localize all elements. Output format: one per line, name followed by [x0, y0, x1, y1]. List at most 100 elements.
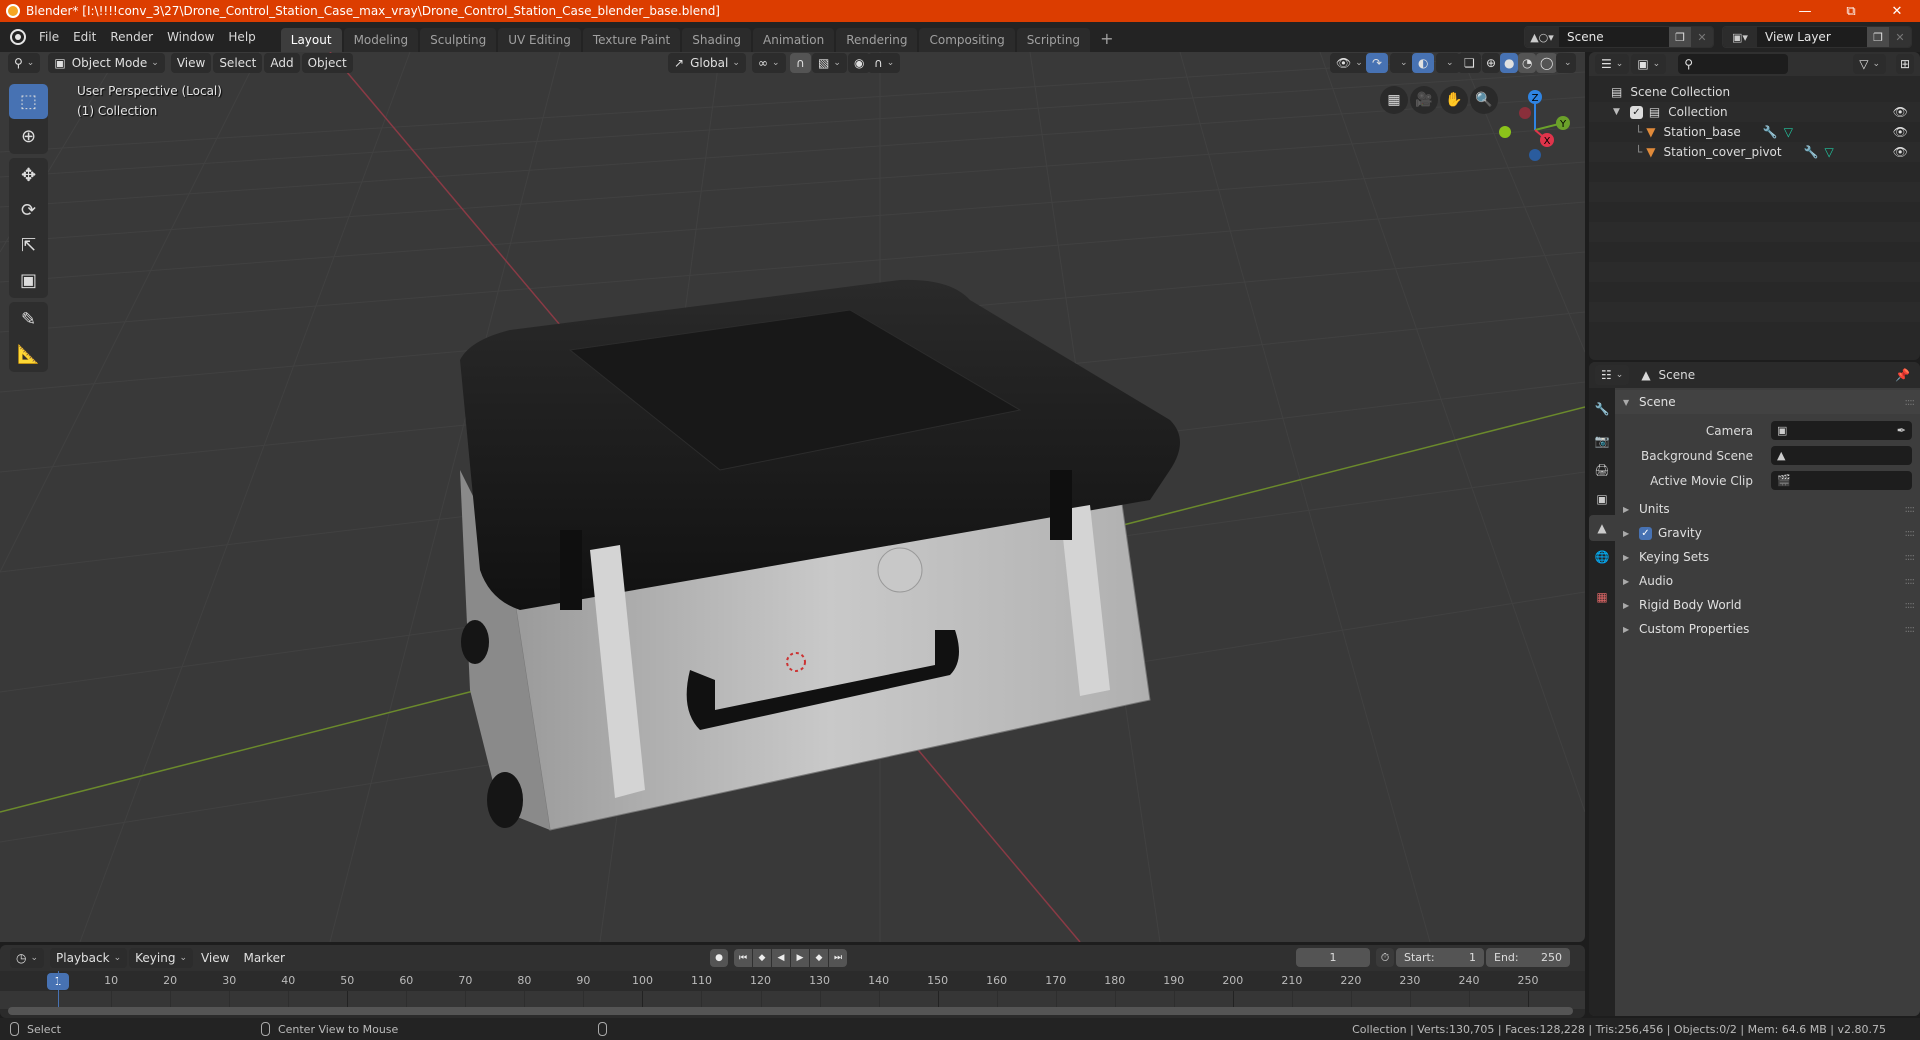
measure-tool[interactable]: 📐 — [9, 337, 48, 372]
shading-dropdown[interactable]: ⌄ — [1556, 53, 1576, 73]
drag-grip-icon[interactable]: :::: — [1905, 600, 1916, 611]
filter-dropdown[interactable]: ▽ ⌄ — [1853, 54, 1886, 74]
snap-toggle[interactable]: ∩ — [790, 53, 811, 73]
case-model[interactable] — [430, 270, 1190, 850]
jump-end-button[interactable]: ⏭ — [829, 949, 847, 967]
drag-grip-icon[interactable]: :::: — [1905, 624, 1916, 635]
tab-texture-paint[interactable]: Texture Paint — [582, 28, 681, 52]
tab-world[interactable]: 🌐 — [1589, 544, 1615, 570]
scene-selector[interactable]: ▲○▾ Scene ❐ ✕ — [1524, 26, 1714, 48]
editor-type-button[interactable]: ⚲ ⌄ — [8, 53, 41, 73]
drag-grip-icon[interactable]: :::: — [1905, 528, 1916, 539]
pivot-point-dropdown[interactable]: ∞ ⌄ — [752, 53, 786, 73]
snap-target-dropdown[interactable]: ▧ ⌄ — [812, 53, 847, 73]
gizmo-toggle[interactable]: ↷ — [1366, 53, 1389, 73]
mesh-data-icon[interactable]: ▽ — [1825, 145, 1834, 159]
timeline-menu-view[interactable]: View — [195, 948, 235, 968]
tab-layout[interactable]: Layout — [280, 28, 342, 52]
minimize-button[interactable]: — — [1782, 0, 1828, 22]
tab-shading[interactable]: Shading — [682, 28, 751, 52]
mode-dropdown[interactable]: ▣ Object Mode ⌄ — [48, 53, 165, 73]
panel-gravity[interactable]: ▶ ✓ Gravity :::: — [1615, 521, 1920, 545]
outliner-object-row[interactable]: └ ▼ Station_cover_pivot 🔧 ▽ 👁 — [1589, 142, 1920, 162]
select-box-tool[interactable]: ⬚ — [9, 84, 48, 119]
panel-units[interactable]: ▶ Units :::: — [1615, 497, 1920, 521]
menu-edit[interactable]: Edit — [66, 22, 103, 52]
xray-toggle[interactable]: ❏ — [1458, 53, 1481, 73]
jump-start-button[interactable]: ⏮ — [734, 949, 752, 967]
keying-dropdown[interactable]: Keying ⌄ — [129, 948, 193, 968]
tab-texture[interactable]: ▦ — [1589, 584, 1615, 610]
scene-name[interactable]: Scene — [1559, 30, 1669, 44]
eyedropper-icon[interactable]: ✒ — [1897, 424, 1906, 437]
drag-grip-icon[interactable]: :::: — [1905, 552, 1916, 563]
panel-audio[interactable]: ▶ Audio :::: — [1615, 569, 1920, 593]
pan-view-button[interactable]: ✋ — [1440, 86, 1468, 114]
view-layer-name[interactable]: View Layer — [1757, 30, 1867, 44]
shading-solid-button[interactable]: ● — [1500, 53, 1519, 73]
playback-dropdown[interactable]: Playback ⌄ — [50, 948, 128, 968]
restore-button[interactable]: ⧉ — [1828, 0, 1874, 22]
tab-tool[interactable]: 🔧 — [1589, 396, 1615, 422]
tab-view-layer[interactable]: ▣ — [1589, 486, 1615, 512]
menu-view[interactable]: View — [170, 53, 212, 73]
transform-tool[interactable]: ▣ — [9, 263, 48, 298]
drag-grip-icon[interactable]: :::: — [1905, 576, 1916, 587]
visibility-eye-icon[interactable]: 👁 — [1893, 145, 1908, 159]
properties-editor-type[interactable]: ☷ ⌄ — [1595, 365, 1630, 385]
menu-render[interactable]: Render — [103, 22, 160, 52]
menu-help[interactable]: Help — [221, 22, 262, 52]
overlays-dropdown[interactable]: ⌄ — [1436, 53, 1460, 73]
tab-uv-editing[interactable]: UV Editing — [498, 28, 581, 52]
selectability-visibility-dropdown[interactable]: 👁 ⌄ — [1330, 53, 1369, 73]
drag-grip-icon[interactable]: :::: — [1905, 504, 1916, 515]
menu-select[interactable]: Select — [213, 53, 263, 73]
visibility-eye-icon[interactable]: 👁 — [1893, 105, 1908, 119]
active-movie-clip-field[interactable]: 🎬 — [1771, 471, 1912, 490]
outliner-scene-collection[interactable]: ▤ Scene Collection — [1589, 82, 1920, 102]
panel-rigid-body-world[interactable]: ▶ Rigid Body World :::: — [1615, 593, 1920, 617]
annotate-tool[interactable]: ✎ — [9, 302, 48, 337]
outliner-search-input[interactable]: ⚲ — [1678, 54, 1789, 74]
outliner-editor-type[interactable]: ☰ ⌄ — [1595, 54, 1630, 74]
play-button[interactable]: ▶ — [791, 949, 809, 967]
scale-tool[interactable]: ⇱ — [9, 228, 48, 263]
menu-file[interactable]: File — [32, 22, 66, 52]
delete-scene-button[interactable]: ✕ — [1691, 27, 1713, 47]
move-tool[interactable]: ✥ — [9, 158, 48, 193]
timeline-scrollbar[interactable] — [8, 1007, 1573, 1015]
shading-material-button[interactable]: ◔ — [1518, 53, 1537, 73]
gizmo-dropdown[interactable]: ⌄ — [1390, 53, 1414, 73]
menu-window[interactable]: Window — [160, 22, 221, 52]
expand-triangle-icon[interactable]: ▼ — [1613, 107, 1620, 117]
record-button[interactable]: ● — [710, 949, 728, 967]
gravity-checkbox[interactable]: ✓ — [1639, 526, 1652, 540]
prev-keyframe-button[interactable]: ◆ — [753, 949, 771, 967]
collection-checkbox[interactable]: ✓ — [1629, 105, 1643, 119]
current-frame-field[interactable]: 1 — [1296, 948, 1370, 967]
start-frame-field[interactable]: Start: 1 — [1396, 948, 1484, 967]
blender-menu-icon[interactable] — [10, 29, 26, 45]
toggle-grid-view-button[interactable]: ▦ — [1380, 86, 1408, 114]
tab-compositing[interactable]: Compositing — [919, 28, 1015, 52]
menu-add[interactable]: Add — [264, 53, 300, 73]
end-frame-field[interactable]: End: 250 — [1486, 948, 1570, 967]
view-layer-selector[interactable]: ▣▾ View Layer ❐ ✕ — [1722, 26, 1912, 48]
new-scene-button[interactable]: ❐ — [1669, 27, 1691, 47]
add-workspace-button[interactable]: + — [1092, 28, 1121, 52]
transform-orientation-dropdown[interactable]: ↗ Global ⌄ — [668, 53, 746, 73]
tab-scripting[interactable]: Scripting — [1016, 28, 1091, 52]
3d-viewport[interactable] — [0, 52, 1585, 942]
tab-rendering[interactable]: Rendering — [836, 28, 918, 52]
next-keyframe-button[interactable]: ◆ — [810, 949, 828, 967]
outliner-collection[interactable]: ▼ ✓ ▤ Collection 👁 — [1589, 102, 1920, 122]
delete-view-layer-button[interactable]: ✕ — [1889, 27, 1911, 47]
proportional-falloff-dropdown[interactable]: ∩ ⌄ — [868, 53, 901, 73]
panel-custom-properties[interactable]: ▶ Custom Properties :::: — [1615, 617, 1920, 641]
playhead-line[interactable] — [58, 971, 59, 1011]
overlays-toggle[interactable]: ◐ — [1412, 53, 1435, 73]
display-mode-dropdown[interactable]: ▣ ⌄ — [1631, 54, 1667, 74]
new-view-layer-button[interactable]: ❐ — [1867, 27, 1889, 47]
outliner-object-row[interactable]: └ ▼ Station_base 🔧 ▽ 👁 — [1589, 122, 1920, 142]
tab-sculpting[interactable]: Sculpting — [420, 28, 497, 52]
